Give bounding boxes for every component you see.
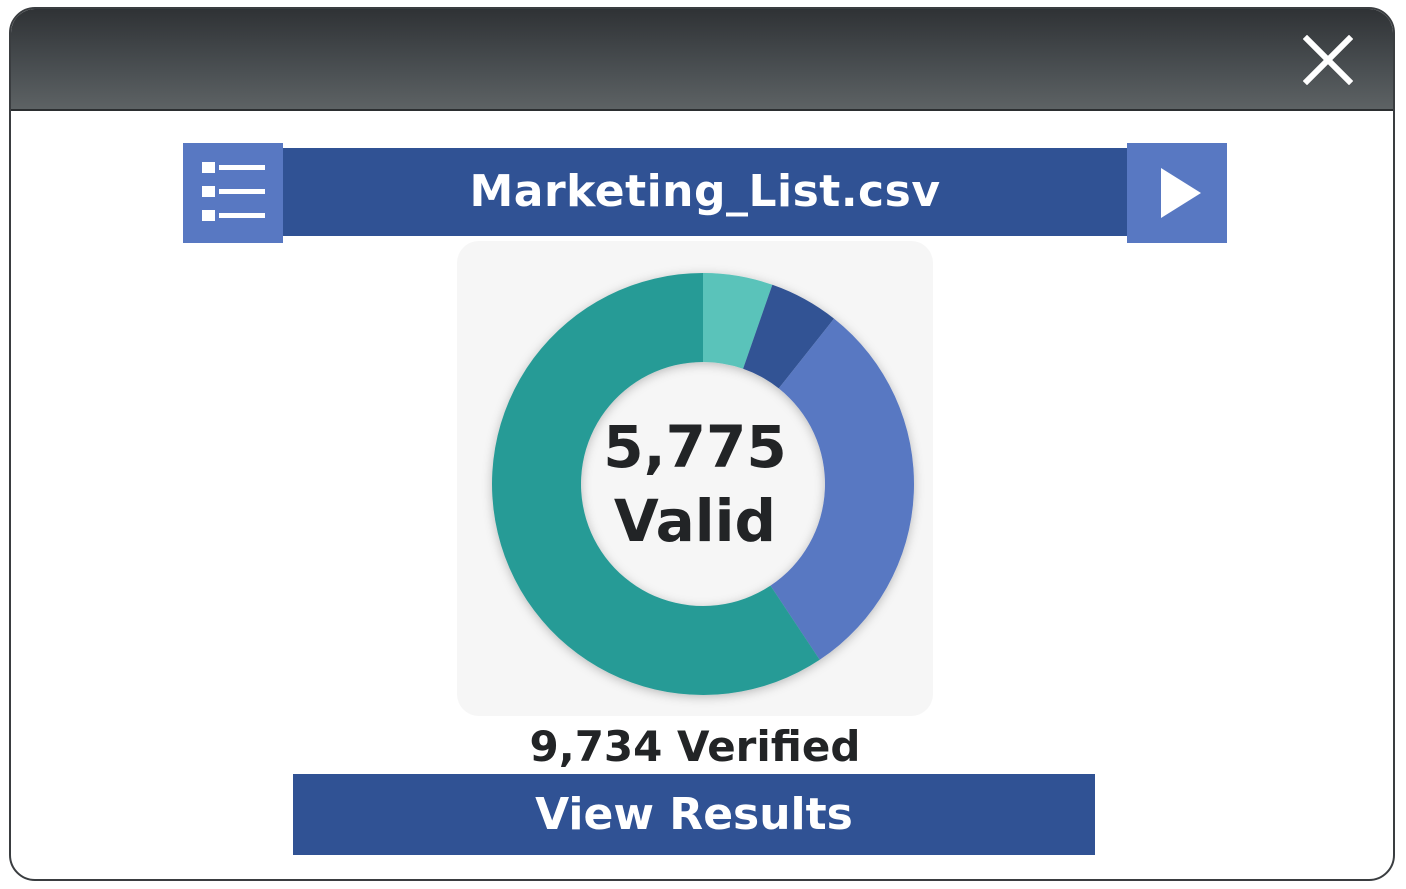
- valid-label: Valid: [613, 487, 777, 555]
- close-icon: [1302, 34, 1354, 86]
- play-icon: [1161, 168, 1201, 218]
- view-results-button[interactable]: View Results: [293, 774, 1095, 855]
- valid-summary: 5,775 Valid: [572, 410, 818, 558]
- valid-count: 5,775: [603, 413, 787, 481]
- list-button[interactable]: [183, 143, 283, 243]
- file-header: Marketing_List.csv: [183, 143, 1227, 243]
- verified-count: 9,734 Verified: [529, 722, 861, 771]
- play-button[interactable]: [1127, 143, 1227, 243]
- close-button[interactable]: [1302, 34, 1354, 86]
- file-name: Marketing_List.csv: [469, 166, 941, 217]
- title-bar: [11, 9, 1393, 111]
- list-icon: [202, 162, 265, 221]
